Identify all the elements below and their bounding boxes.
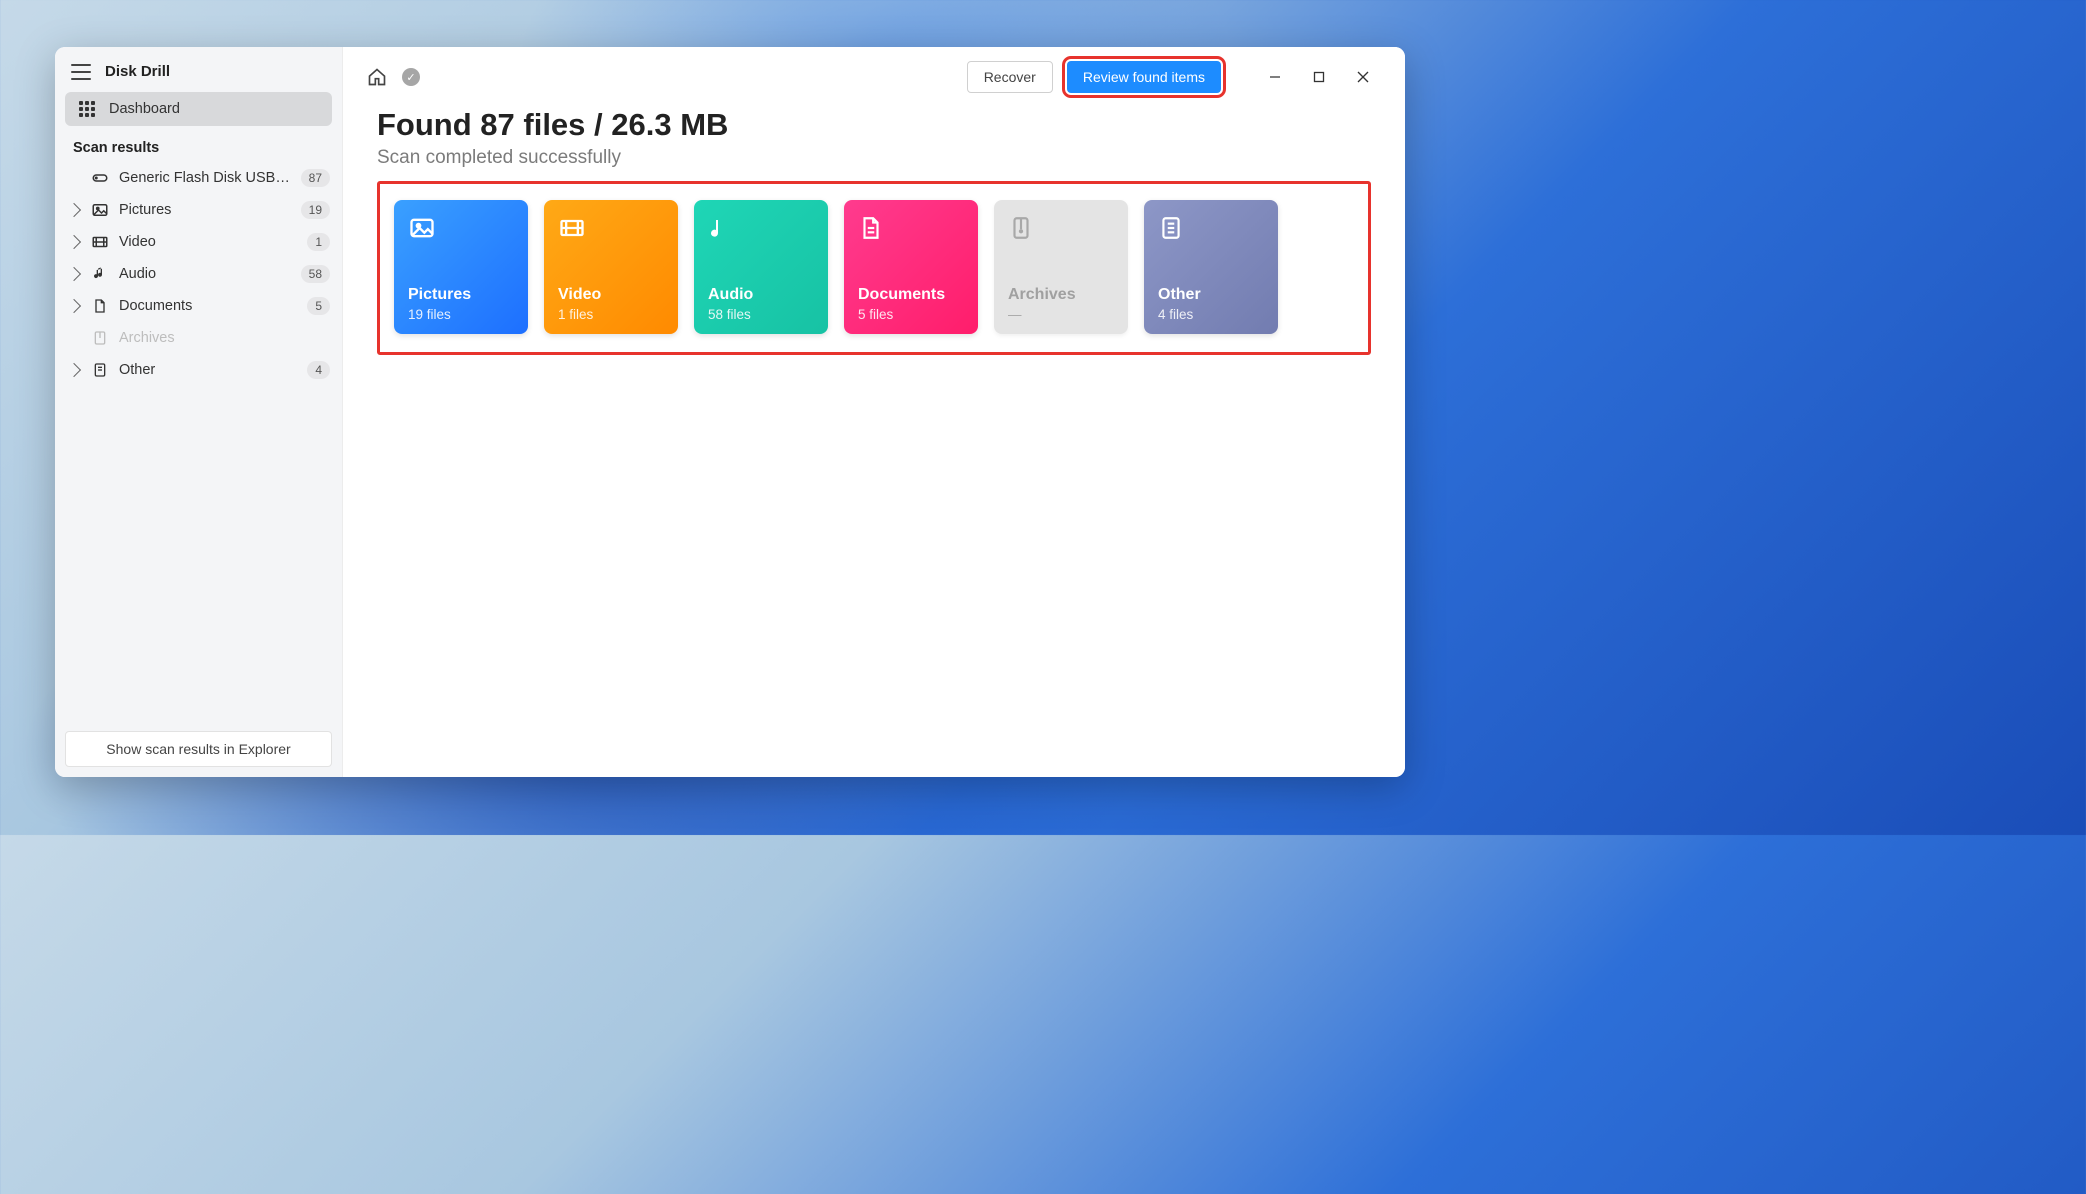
chevron-right-icon	[67, 299, 81, 313]
sidebar-item-label: Archives	[119, 330, 330, 346]
tile-sub: 58 files	[708, 307, 814, 322]
tile-title: Documents	[858, 286, 964, 304]
sidebar-header: Disk Drill	[55, 47, 342, 90]
sidebar-item-archives[interactable]: Archives	[55, 322, 342, 354]
sidebar-item-label: Dashboard	[109, 101, 180, 117]
count-badge: 58	[301, 265, 330, 283]
close-button[interactable]	[1341, 62, 1385, 92]
picture-icon	[408, 214, 436, 242]
content-area: Found 87 files / 26.3 MB Scan completed …	[343, 103, 1405, 375]
results-headline: Found 87 files / 26.3 MB	[377, 107, 1371, 143]
sidebar-item-video[interactable]: Video 1	[55, 226, 342, 258]
sidebar-item-audio[interactable]: Audio 58	[55, 258, 342, 290]
app-title: Disk Drill	[105, 63, 170, 80]
nav-section: Dashboard	[55, 90, 342, 128]
sidebar-item-dashboard[interactable]: Dashboard	[65, 92, 332, 126]
document-icon	[91, 297, 109, 315]
sidebar-item-documents[interactable]: Documents 5	[55, 290, 342, 322]
count-badge: 5	[307, 297, 330, 315]
sidebar-footer: Show scan results in Explorer	[55, 721, 342, 777]
tile-other[interactable]: Other 4 files	[1144, 200, 1278, 334]
main-panel: ✓ Recover Review found items Found 87 fi…	[343, 47, 1405, 777]
sidebar-item-pictures[interactable]: Pictures 19	[55, 194, 342, 226]
video-icon	[558, 214, 586, 242]
grid-icon	[79, 101, 95, 117]
show-in-explorer-button[interactable]: Show scan results in Explorer	[65, 731, 332, 767]
tile-title: Other	[1158, 286, 1264, 304]
video-icon	[91, 233, 109, 251]
status-check-icon: ✓	[401, 67, 421, 87]
sidebar-item-label: Video	[119, 234, 297, 250]
app-window: Disk Drill Dashboard Scan results Generi…	[55, 47, 1405, 777]
chevron-right-icon	[67, 267, 81, 281]
document-icon	[858, 214, 886, 242]
tile-sub: 1 files	[558, 307, 664, 322]
tile-sub: 4 files	[1158, 307, 1264, 322]
hamburger-icon[interactable]	[71, 64, 91, 80]
tile-video[interactable]: Video 1 files	[544, 200, 678, 334]
sidebar: Disk Drill Dashboard Scan results Generi…	[55, 47, 343, 777]
sidebar-item-label: Other	[119, 362, 297, 378]
tile-sub: 19 files	[408, 307, 514, 322]
tile-pictures[interactable]: Pictures 19 files	[394, 200, 528, 334]
count-badge: 1	[307, 233, 330, 251]
drive-icon	[91, 169, 109, 187]
tile-title: Archives	[1008, 286, 1114, 304]
scan-results-header: Scan results	[55, 128, 342, 162]
other-icon	[1158, 214, 1186, 242]
sidebar-item-other[interactable]: Other 4	[55, 354, 342, 386]
archive-icon	[91, 329, 109, 347]
sidebar-item-label: Documents	[119, 298, 297, 314]
tile-title: Video	[558, 286, 664, 304]
window-controls	[1253, 62, 1385, 92]
toolbar: ✓ Recover Review found items	[343, 47, 1405, 103]
tile-documents[interactable]: Documents 5 files	[844, 200, 978, 334]
count-badge: 87	[301, 169, 330, 187]
chevron-right-icon	[67, 203, 81, 217]
sidebar-item-device[interactable]: Generic Flash Disk USB D… 87	[55, 162, 342, 194]
tile-sub: —	[1008, 307, 1114, 322]
audio-icon	[708, 214, 736, 242]
chevron-right-icon	[67, 363, 81, 377]
results-subhead: Scan completed successfully	[377, 147, 1371, 169]
sidebar-item-label: Audio	[119, 266, 291, 282]
sidebar-item-label: Pictures	[119, 202, 291, 218]
tile-title: Pictures	[408, 286, 514, 304]
recover-button[interactable]: Recover	[967, 61, 1053, 93]
count-badge: 19	[301, 201, 330, 219]
archive-icon	[1008, 214, 1036, 242]
tile-audio[interactable]: Audio 58 files	[694, 200, 828, 334]
audio-icon	[91, 265, 109, 283]
count-badge: 4	[307, 361, 330, 379]
chevron-right-icon	[67, 235, 81, 249]
tile-title: Audio	[708, 286, 814, 304]
picture-icon	[91, 201, 109, 219]
review-found-items-button[interactable]: Review found items	[1067, 61, 1221, 93]
tile-sub: 5 files	[858, 307, 964, 322]
category-tiles: Pictures 19 files Video 1 files Audio 58…	[377, 181, 1371, 355]
home-icon[interactable]	[367, 67, 387, 87]
tile-archives: Archives —	[994, 200, 1128, 334]
other-icon	[91, 361, 109, 379]
maximize-button[interactable]	[1297, 62, 1341, 92]
minimize-button[interactable]	[1253, 62, 1297, 92]
sidebar-item-label: Generic Flash Disk USB D…	[119, 170, 291, 186]
